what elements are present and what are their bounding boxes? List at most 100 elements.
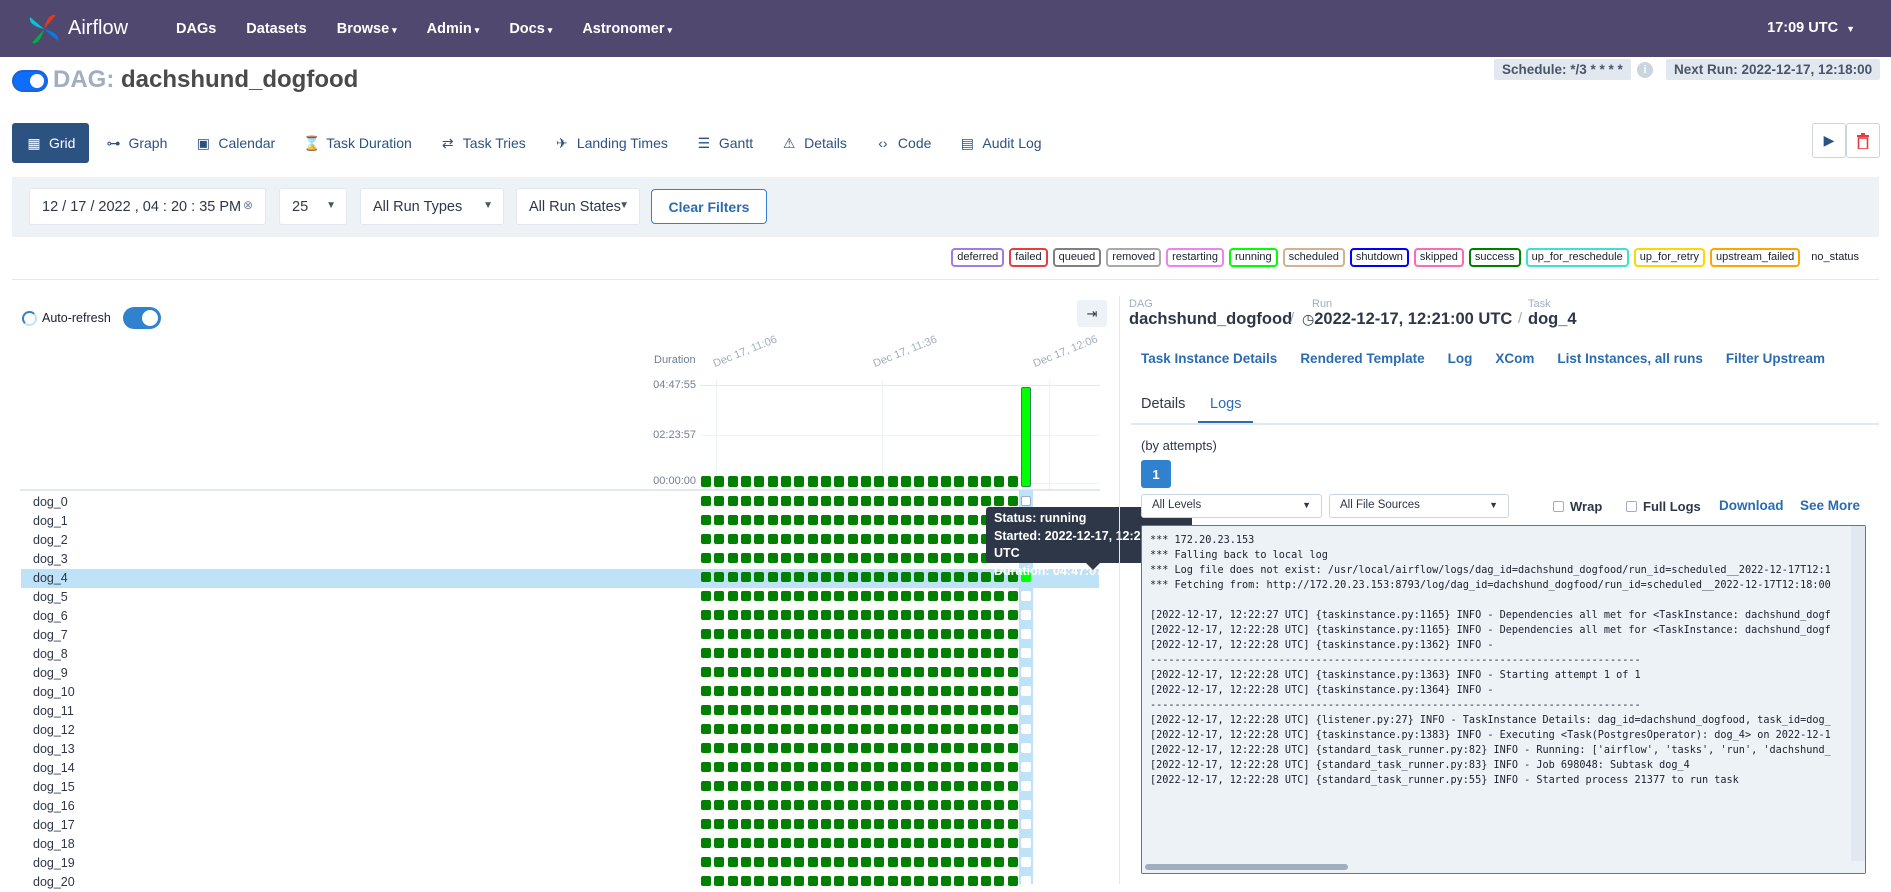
task-instance-cell[interactable] (900, 591, 911, 601)
task-instance-cell[interactable] (820, 629, 831, 639)
task-instance-cell[interactable] (887, 857, 898, 867)
task-instance-cell[interactable] (914, 838, 925, 848)
task-instance-cell[interactable] (887, 743, 898, 753)
task-instance-cell[interactable] (954, 876, 965, 886)
task-instance-cell[interactable] (1007, 667, 1018, 677)
task-instance-cell[interactable] (807, 610, 818, 620)
task-instance-cell[interactable] (767, 838, 778, 848)
task-instance-cell[interactable] (754, 610, 765, 620)
task-instance-cell[interactable] (794, 819, 805, 829)
nav-item-admin[interactable]: Admin ▾ (412, 21, 495, 37)
run-duration-bar[interactable] (714, 476, 725, 487)
task-instance-cell[interactable] (914, 743, 925, 753)
task-instance-cell[interactable] (740, 743, 751, 753)
task-instance-cell[interactable] (834, 610, 845, 620)
task-instance-cell[interactable] (767, 591, 778, 601)
task-instance-cell[interactable] (900, 800, 911, 810)
task-instance-cell[interactable] (900, 876, 911, 886)
run-duration-bar[interactable] (954, 476, 965, 487)
task-instance-cell[interactable] (701, 857, 711, 867)
task-instance-cell[interactable] (1007, 762, 1018, 772)
task-instance-cell[interactable] (860, 800, 871, 810)
task-instance-cell[interactable] (940, 857, 951, 867)
tab-calendar[interactable]: ▣ Calendar (183, 123, 287, 163)
task-instance-cell[interactable] (754, 743, 765, 753)
task-instance-cell[interactable] (714, 591, 725, 601)
task-instance-cell[interactable] (954, 762, 965, 772)
task-instance-cell[interactable] (820, 553, 831, 563)
task-instance-cell[interactable] (780, 553, 791, 563)
task-instance-cell[interactable] (714, 629, 725, 639)
task-instance-cell[interactable] (767, 705, 778, 715)
task-instance-cell[interactable] (980, 762, 991, 772)
task-instance-cell[interactable] (727, 667, 738, 677)
task-instance-cell[interactable] (714, 667, 725, 677)
task-instance-cell[interactable] (834, 629, 845, 639)
task-instance-cell[interactable] (701, 515, 711, 525)
task-instance-cell[interactable] (887, 591, 898, 601)
task-instance-cell[interactable] (927, 667, 938, 677)
task-instance-cell[interactable] (874, 876, 885, 886)
task-instance-cell[interactable] (994, 819, 1005, 829)
task-instance-cell[interactable] (967, 838, 978, 848)
task-instance-cell[interactable] (847, 762, 858, 772)
legend-no-status[interactable]: no_status (1805, 248, 1865, 267)
task-instance-cell[interactable] (794, 724, 805, 734)
task-instance-cell[interactable] (727, 648, 738, 658)
task-instance-cell[interactable] (780, 648, 791, 658)
task-instance-cell[interactable] (967, 705, 978, 715)
run-types-select[interactable]: All Run Types ▼ (360, 188, 504, 225)
task-instance-cell[interactable] (900, 667, 911, 677)
task-instance-cell[interactable] (780, 819, 791, 829)
run-duration-bar[interactable] (740, 476, 751, 487)
task-instance-cell[interactable] (701, 572, 711, 582)
task-instance-cell[interactable] (1007, 876, 1018, 886)
task-instance-cell[interactable] (954, 781, 965, 791)
task-instance-cell[interactable] (727, 762, 738, 772)
task-instance-cell[interactable] (740, 800, 751, 810)
task-instance-cell[interactable] (927, 876, 938, 886)
task-instance-cell[interactable] (994, 667, 1005, 677)
task-instance-cell[interactable] (714, 515, 725, 525)
task-instance-cell[interactable] (967, 743, 978, 753)
task-instance-cell[interactable] (940, 534, 951, 544)
task-instance-cell[interactable] (847, 534, 858, 544)
task-instance-cell[interactable] (887, 572, 898, 582)
task-instance-cell[interactable] (887, 781, 898, 791)
task-instance-cell[interactable] (860, 648, 871, 658)
run-duration-bar[interactable] (874, 476, 885, 487)
legend-removed[interactable]: removed (1106, 248, 1162, 267)
tab-task-duration[interactable]: ⌛ Task Duration (291, 123, 424, 163)
legend-restarting[interactable]: restarting (1166, 248, 1224, 267)
ti-action-xcom[interactable]: XCom (1495, 351, 1534, 366)
task-instance-cell[interactable] (887, 496, 898, 506)
task-instance-cell[interactable] (900, 705, 911, 715)
task-instance-cell[interactable] (874, 572, 885, 582)
info-icon[interactable]: i (1637, 62, 1653, 78)
task-instance-cell[interactable] (980, 857, 991, 867)
task-instance-cell[interactable] (807, 572, 818, 582)
task-instance-cell[interactable] (1020, 591, 1031, 601)
task-instance-cell[interactable] (940, 743, 951, 753)
task-instance-cell[interactable] (887, 667, 898, 677)
run-duration-bar[interactable] (767, 476, 778, 487)
task-instance-cell[interactable] (940, 591, 951, 601)
task-instance-cell[interactable] (940, 819, 951, 829)
log-viewer[interactable]: *** 172.20.23.153 *** Falling back to lo… (1141, 525, 1866, 874)
task-instance-cell[interactable] (834, 876, 845, 886)
task-instance-cell[interactable] (794, 648, 805, 658)
task-instance-cell[interactable] (754, 800, 765, 810)
task-instance-cell[interactable] (900, 743, 911, 753)
task-instance-cell[interactable] (887, 610, 898, 620)
task-instance-cell[interactable] (834, 705, 845, 715)
task-instance-cell[interactable] (847, 667, 858, 677)
task-instance-cell[interactable] (807, 762, 818, 772)
task-instance-cell[interactable] (820, 667, 831, 677)
task-instance-cell[interactable] (860, 496, 871, 506)
task-instance-cell[interactable] (900, 534, 911, 544)
task-instance-cell[interactable] (1020, 762, 1031, 772)
run-duration-bar[interactable] (1020, 387, 1031, 487)
task-instance-cell[interactable] (794, 800, 805, 810)
clock-dropdown[interactable]: 17:09 UTC ▼ (1767, 20, 1855, 36)
task-instance-cell[interactable] (701, 686, 711, 696)
